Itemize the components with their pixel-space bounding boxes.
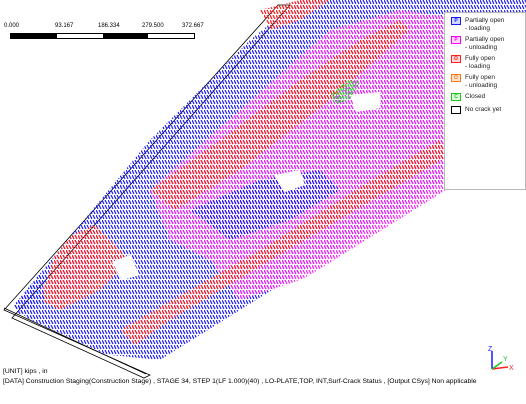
scale-label-1: 93.167 — [55, 23, 74, 29]
scale-seg-2 — [56, 34, 103, 38]
legend-item-partially-open-unloading: P Partially open - unloading — [451, 36, 523, 52]
legend-label: Fully open - loading — [465, 55, 495, 70]
legend-item-partially-open-loading: P Partially open - loading — [451, 17, 523, 33]
legend-label: No crack yet — [465, 106, 502, 113]
legend-label: Partially open - unloading — [465, 36, 505, 51]
legend-swatch: O — [451, 55, 461, 63]
axis-triad-icon: Z X Y — [488, 346, 514, 372]
scale-label-4: 372.667 — [182, 23, 204, 29]
scale-label-2: 186.334 — [98, 23, 120, 29]
legend-swatch: P — [451, 17, 461, 25]
legend-label: Partially open - loading — [465, 17, 505, 32]
scale-label-0: 0.000 — [4, 23, 20, 29]
legend-item-fully-open-unloading: O Fully open - unloading — [451, 74, 523, 90]
axis-x-label: X — [509, 365, 514, 372]
scale-label-3: 279.500 — [142, 23, 164, 29]
legend-label: Closed — [465, 93, 486, 100]
scale-seg-4 — [148, 34, 194, 38]
scale-seg-3 — [102, 34, 149, 38]
unit-line: [UNIT] kips , in — [3, 368, 48, 375]
scale-bar: 0.000 93.167 186.334 279.500 372.667 — [2, 23, 208, 43]
legend-swatch — [451, 106, 461, 114]
result-info-text: [UNIT] kips , in [DATA] Construction Sta… — [3, 367, 523, 395]
legend-item-no-crack-yet: No crack yet — [451, 106, 523, 116]
legend-item-fully-open-loading: O Fully open - loading — [451, 55, 523, 71]
legend-swatch: C — [451, 93, 461, 101]
scale-bar-graphic — [10, 33, 195, 39]
crack-status-legend: P Partially open - loading P Partially o… — [444, 12, 526, 190]
axis-y-label: Y — [503, 356, 508, 363]
scale-seg-1 — [11, 34, 57, 38]
legend-swatch: O — [451, 74, 461, 82]
legend-label: Fully open - unloading — [465, 74, 498, 89]
legend-item-closed: C Closed — [451, 93, 523, 103]
axis-z-label: Z — [488, 346, 493, 353]
data-line: [DATA] Construction Staging(Construction… — [3, 378, 477, 385]
legend-swatch: P — [451, 36, 461, 44]
